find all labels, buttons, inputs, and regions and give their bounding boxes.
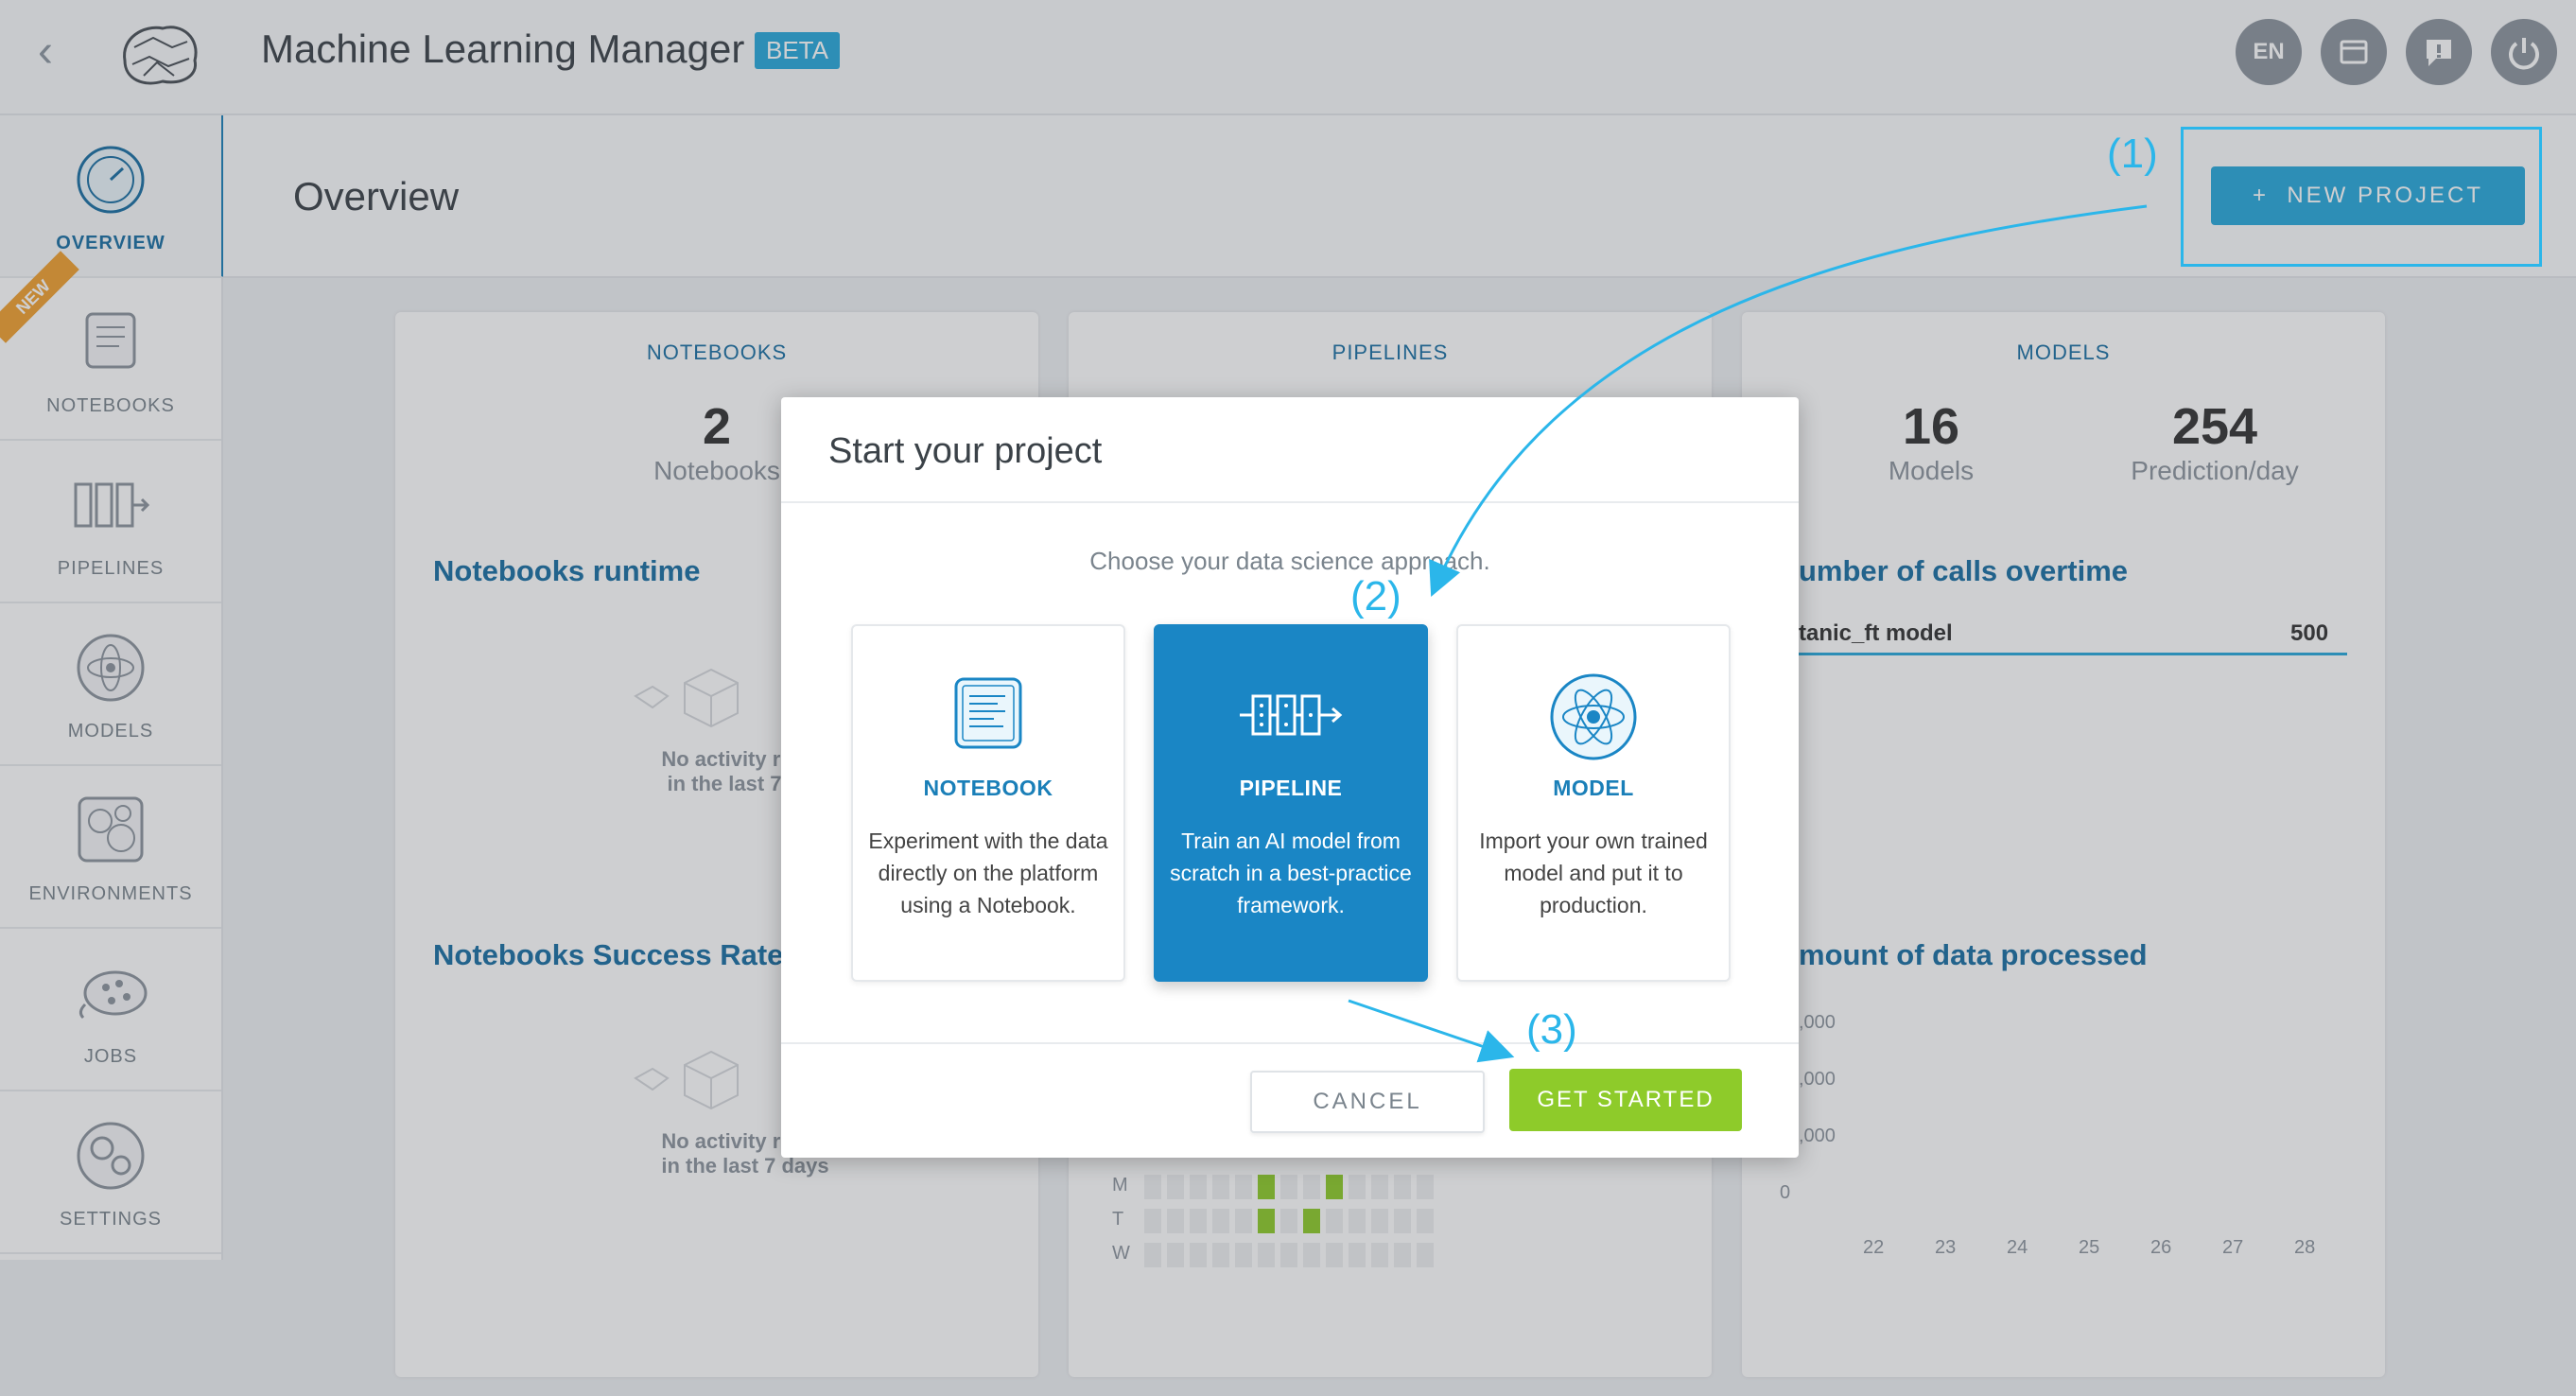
annotation-arrows: [1348, 204, 2148, 1063]
